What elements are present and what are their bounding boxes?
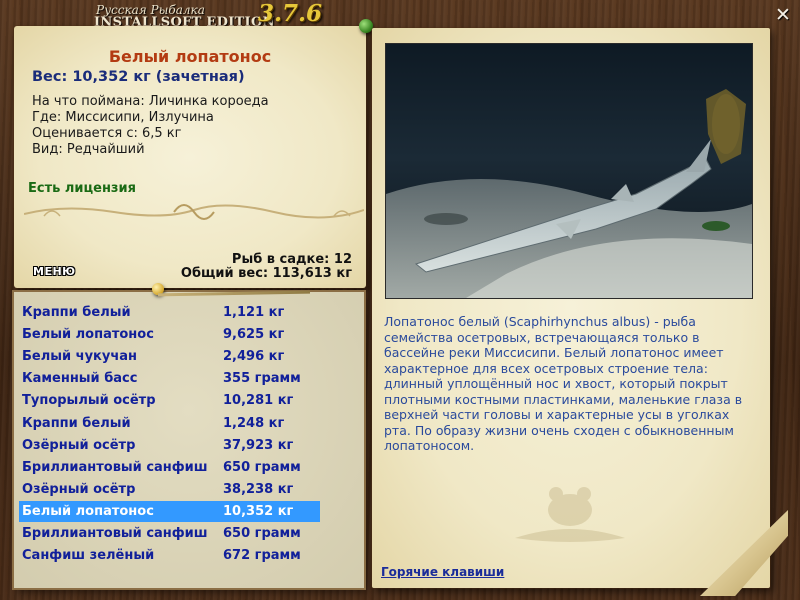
fish-list-item-name: Краппи белый — [22, 305, 131, 320]
fish-list-item[interactable]: Краппи белый 1,121 кг — [19, 302, 320, 323]
fish-list-item[interactable]: Бриллиантовый санфиш 650 грамм — [19, 523, 320, 544]
game-version: 3.7.6 — [258, 0, 323, 27]
fish-list-item-weight: 1,121 кг — [223, 305, 285, 320]
fish-list-item-weight: 1,248 кг — [223, 416, 285, 431]
fish-list-item-weight: 37,923 кг — [223, 438, 294, 453]
fish-list-item[interactable]: Озёрный осётр 38,238 кг — [19, 479, 320, 500]
fish-list-item[interactable]: Озёрный осётр 37,923 кг — [19, 435, 320, 456]
fish-list-item-weight: 672 грамм — [223, 548, 301, 563]
ornament-divider — [24, 204, 364, 220]
fish-list-item[interactable]: Санфиш зелёный 672 грамм — [19, 545, 320, 566]
fish-list-item-name: Санфиш зелёный — [22, 548, 155, 563]
caught-fish-weight: Вес: 10,352 кг (зачетная) — [32, 69, 245, 85]
fish-photo — [385, 43, 753, 299]
location-info: Где: Миссисипи, Излучина — [32, 110, 214, 125]
min-weight-info: Оценивается с: 6,5 кг — [32, 126, 182, 141]
game-logo-watermark — [515, 487, 625, 542]
fish-list-item-name: Тупорылый осётр — [22, 393, 156, 408]
fish-list-item-weight: 10,352 кг — [223, 504, 294, 519]
fish-list-item-name: Краппи белый — [22, 416, 131, 431]
license-status: Есть лицензия — [28, 181, 136, 196]
fish-list-item[interactable]: Белый чукучан 2,496 кг — [19, 346, 320, 367]
pushpin-icon — [359, 19, 373, 33]
menu-button[interactable]: МЕНЮ — [33, 265, 76, 278]
fish-photo-image — [386, 44, 752, 298]
fish-list-item-weight: 9,625 кг — [223, 327, 285, 342]
fish-list-item[interactable]: Каменный басс 355 грамм — [19, 368, 320, 389]
fish-list-item-name: Озёрный осётр — [22, 438, 136, 453]
fish-list-item-weight: 355 грамм — [223, 371, 301, 386]
fish-list-item[interactable]: Краппи белый 1,248 кг — [19, 413, 320, 434]
fish-list-item-name: Белый лопатонос — [22, 327, 154, 342]
fish-list-item-weight: 650 грамм — [223, 460, 301, 475]
fish-list-item-weight: 650 грамм — [223, 526, 301, 541]
fish-list-item-name: Каменный басс — [22, 371, 138, 386]
fish-list-item-name: Озёрный осётр — [22, 482, 136, 497]
caught-fish-name: Белый лопатонос — [108, 47, 272, 66]
close-button[interactable]: ✕ — [772, 4, 794, 26]
fish-list-item-name: Бриллиантовый санфиш — [22, 526, 208, 541]
cage-total-weight: Общий вес: 113,613 кг — [180, 266, 352, 281]
fish-list-item[interactable]: Белый лопатонос 9,625 кг — [19, 324, 320, 345]
fish-description: Лопатонос белый (Scaphirhynchus albus) -… — [384, 314, 743, 453]
fish-list-item[interactable]: Тупорылый осётр 10,281 кг — [19, 390, 320, 411]
hotkeys-link[interactable]: Горячие клавиши — [381, 565, 504, 579]
bait-info: На что поймана: Личинка короеда — [32, 94, 269, 109]
rarity-info: Вид: Редчайший — [32, 142, 145, 157]
fish-list-item-weight: 38,238 кг — [223, 482, 294, 497]
fish-list-item[interactable]: Бриллиантовый санфиш 650 грамм — [19, 457, 320, 478]
fish-list-item-name: Белый чукучан — [22, 349, 138, 364]
fish-list-item-name: Бриллиантовый санфиш — [22, 460, 208, 475]
fish-list-item-weight: 10,281 кг — [223, 393, 294, 408]
fish-list-item-weight: 2,496 кг — [223, 349, 285, 364]
fish-list-item-selected[interactable]: Белый лопатонос 10,352 кг — [19, 501, 320, 522]
cage-fish-count: Рыб в садке: 12 — [231, 252, 352, 267]
fish-list-item-name: Белый лопатонос — [22, 504, 154, 519]
